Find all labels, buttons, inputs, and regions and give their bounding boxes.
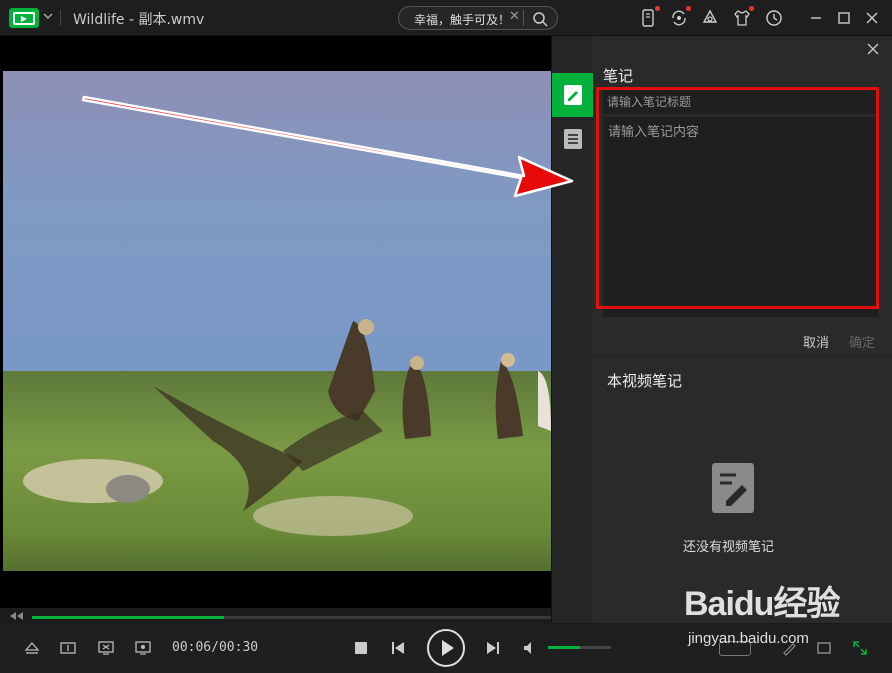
- next-icon[interactable]: [484, 639, 502, 657]
- progress-fill: [32, 616, 225, 619]
- search-divider: [523, 10, 524, 26]
- record-icon[interactable]: [134, 639, 152, 657]
- subtitle-icon[interactable]: [59, 639, 77, 657]
- screenshot-icon[interactable]: [97, 639, 115, 657]
- shirt-icon[interactable]: [732, 6, 754, 28]
- search-text[interactable]: 幸福，触手可及！: [414, 11, 510, 28]
- notes-heading: 笔记: [603, 67, 634, 85]
- title-bar: ▶ Wildlife - 副本.wmv 幸福，触手可及！ ✕: [0, 0, 892, 36]
- eject-icon[interactable]: [23, 639, 41, 657]
- clock-icon[interactable]: [764, 8, 784, 28]
- empty-notes-text: 还没有视频笔记: [683, 540, 775, 555]
- pen-icon[interactable]: [780, 639, 798, 657]
- tab-notes[interactable]: [552, 73, 594, 117]
- sync-icon[interactable]: [669, 6, 691, 28]
- video-scene: [23, 319, 551, 536]
- note-title-input[interactable]: [603, 90, 878, 114]
- chevron-down-icon[interactable]: [42, 10, 54, 22]
- maximize-icon[interactable]: [836, 10, 852, 26]
- recycle-icon[interactable]: [700, 8, 720, 28]
- previous-icon[interactable]: [389, 639, 407, 657]
- time-display: 00:06/00:30: [172, 640, 259, 655]
- empty-note-icon: [712, 463, 754, 513]
- fullscreen-icon[interactable]: [851, 639, 869, 657]
- stop-icon[interactable]: [352, 639, 370, 657]
- video-area[interactable]: [0, 36, 551, 608]
- title-divider: [60, 10, 61, 26]
- confirm-button[interactable]: 确定: [849, 332, 875, 351]
- progress-row: [0, 608, 551, 624]
- volume-fill: [548, 646, 580, 649]
- notification-dot: [686, 6, 691, 11]
- logo-icon[interactable]: ▶: [9, 8, 39, 28]
- search-clear-button[interactable]: ✕: [509, 9, 520, 24]
- phone-icon[interactable]: [638, 6, 660, 28]
- divider: [593, 356, 892, 357]
- search-box[interactable]: 幸福，触手可及！ ✕: [398, 6, 558, 30]
- cancel-button[interactable]: 取消: [803, 332, 829, 351]
- video-notes-heading: 本视频笔记: [607, 372, 683, 390]
- tab-list[interactable]: [552, 117, 594, 161]
- close-icon[interactable]: [866, 42, 880, 56]
- note-content-input[interactable]: [603, 117, 878, 317]
- play-icon: [442, 640, 454, 656]
- close-icon[interactable]: [864, 10, 880, 26]
- video-frame[interactable]: [3, 71, 551, 571]
- notes-panel: 笔记 取消 确定 本视频笔记 还没有视频笔记: [593, 36, 892, 623]
- note-icon: [564, 85, 582, 105]
- play-button[interactable]: [427, 629, 465, 667]
- search-icon[interactable]: [531, 10, 549, 28]
- list-icon: [564, 129, 582, 149]
- notification-dot: [655, 6, 660, 11]
- side-tab-bar: [551, 36, 594, 623]
- notification-dot: [749, 6, 754, 11]
- progress-track[interactable]: [32, 616, 551, 619]
- quality-badge[interactable]: [719, 641, 751, 656]
- minimize-icon[interactable]: [808, 10, 824, 26]
- control-bar: 00:06/00:30: [0, 624, 892, 673]
- volume-icon[interactable]: [521, 639, 539, 657]
- window-title: Wildlife - 副本.wmv: [73, 12, 205, 28]
- rewind-icon[interactable]: [8, 611, 24, 621]
- window-icon[interactable]: [815, 639, 833, 657]
- volume-slider[interactable]: [548, 646, 611, 649]
